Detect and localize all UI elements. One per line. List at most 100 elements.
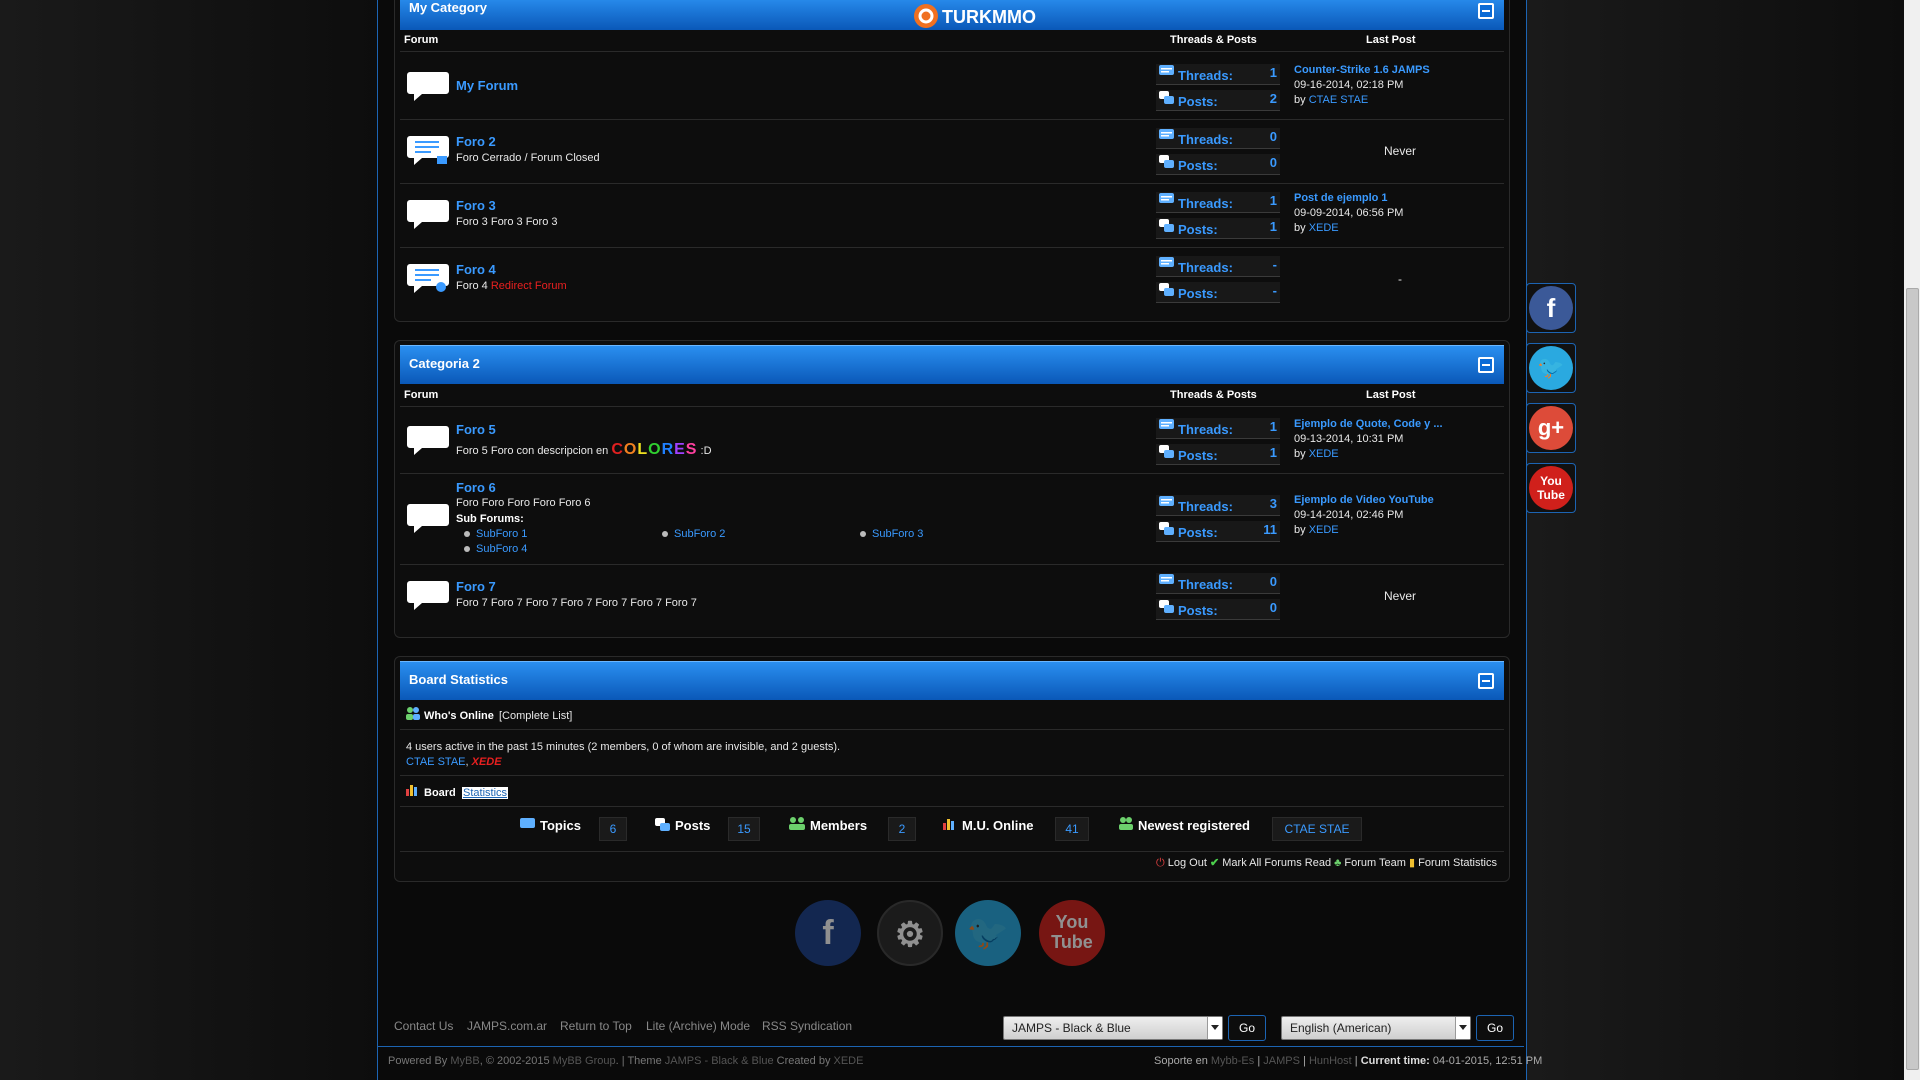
svg-text:TURKMMO: TURKMMO <box>942 7 1036 27</box>
scrollbar-thumb[interactable] <box>1906 288 1919 1070</box>
scrollbar[interactable] <box>1904 0 1920 1080</box>
footer-link-lite[interactable]: Lite (Archive) Mode <box>646 1019 750 1033</box>
threads-icon <box>1159 193 1174 203</box>
online-user[interactable]: CTAE STAE <box>406 756 466 768</box>
facebook-side-button[interactable]: f <box>1526 283 1576 333</box>
google-plus-icon: g+ <box>1529 406 1573 450</box>
complete-list-link[interactable]: [Complete List] <box>499 710 572 722</box>
last-post-title[interactable]: Post de ejemplo 1 <box>1294 191 1484 206</box>
footer-link-jamps[interactable]: JAMPS.com.ar <box>467 1019 547 1033</box>
mybb-link[interactable]: MyBB <box>450 1055 479 1067</box>
twitter-icon[interactable]: 🐦 <box>955 900 1021 966</box>
active-users-text: 4 users active in the past 15 minutes (2… <box>406 741 841 753</box>
footer-link-contact[interactable]: Contact Us <box>394 1019 453 1033</box>
by-label: by <box>1294 524 1309 536</box>
logout-link[interactable]: Log Out <box>1168 857 1207 869</box>
left-background <box>0 0 377 1080</box>
powered-prefix: Powered By <box>388 1055 451 1067</box>
newest-member-link[interactable]: CTAE STAE <box>1272 817 1362 841</box>
footer-link-top[interactable]: Return to Top <box>560 1019 632 1033</box>
newest-member-icon <box>1119 817 1133 830</box>
speech-bubble-icon <box>407 504 449 533</box>
last-post-title[interactable]: Ejemplo de Quote, Code y ... <box>1294 417 1484 432</box>
theme-link[interactable]: JAMPS - Black & Blue <box>665 1055 774 1067</box>
last-post-user[interactable]: XEDE <box>1309 222 1339 234</box>
last-post-title[interactable]: Ejemplo de Video YouTube <box>1294 493 1484 508</box>
last-post: Ejemplo de Video YouTube 09-14-2014, 02:… <box>1294 493 1484 538</box>
whos-online-label: Who's Online <box>424 710 494 722</box>
last-post-user[interactable]: XEDE <box>1309 524 1339 536</box>
author-link[interactable]: XEDE <box>834 1055 864 1067</box>
posts-stat: Posts: 0 <box>1156 154 1280 175</box>
theme-go-button[interactable]: Go <box>1228 1015 1266 1041</box>
subforum-link[interactable]: SubForo 3 <box>860 528 923 540</box>
posts-icon <box>1159 91 1174 104</box>
posts-icon <box>1159 283 1174 296</box>
collapse-button[interactable] <box>1478 673 1494 689</box>
forum-team-link[interactable]: Forum Team <box>1344 857 1406 869</box>
forum-name[interactable]: Foro 3 <box>456 198 496 213</box>
hunhost-link[interactable]: HunHost <box>1309 1055 1352 1067</box>
topics-label: Topics <box>540 818 581 833</box>
twitter-side-button[interactable]: 🐦 <box>1526 343 1576 393</box>
footer-divider <box>378 1046 1524 1047</box>
col-last-post: Last Post <box>1366 34 1416 46</box>
threads-count: - <box>1272 257 1277 272</box>
category-title[interactable]: My Category <box>409 0 487 15</box>
statistics-link[interactable]: Statistics <box>462 787 509 799</box>
collapse-button[interactable] <box>1478 357 1494 373</box>
forum-statistics-link[interactable]: Forum Statistics <box>1418 857 1497 869</box>
online-user[interactable]: XEDE <box>472 756 502 768</box>
mybb-es-link[interactable]: Mybb-Es <box>1211 1055 1254 1067</box>
footer-link-rss[interactable]: RSS Syndication <box>762 1019 852 1033</box>
theme-select[interactable]: JAMPS - Black & Blue <box>1003 1016 1223 1040</box>
threads-stat: Threads: 0 <box>1156 573 1280 594</box>
stats-header: Board Statistics <box>400 661 1504 700</box>
youtube-side-button[interactable]: You Tube <box>1526 463 1576 513</box>
posts-stat: Posts: 11 <box>1156 521 1280 542</box>
threads-count: 1 <box>1269 419 1277 434</box>
forum-name[interactable]: Foro 4 <box>456 262 496 277</box>
category-header: My Category TURKMMO <box>400 0 1504 30</box>
youtube-icon[interactable]: You Tube <box>1039 900 1105 966</box>
posts-stat: Posts: - <box>1156 282 1280 303</box>
forum-name[interactable]: Foro 5 <box>456 422 496 437</box>
last-post-date: 09-13-2014, 10:31 PM <box>1294 433 1404 445</box>
category-panel: My Category TURKMMO Forum Threads & Post… <box>394 0 1510 322</box>
forum-name[interactable]: Foro 6 <box>456 480 496 495</box>
members-icon <box>789 817 805 830</box>
posts-stat: Posts: 1 <box>1156 444 1280 465</box>
locked-forum-icon <box>407 136 449 165</box>
steam-icon[interactable]: ⚙ <box>877 900 943 966</box>
google-plus-side-button[interactable]: g+ <box>1526 403 1576 453</box>
mu-online-label: M.U. Online <box>962 818 1034 833</box>
forum-name[interactable]: Foro 2 <box>456 134 496 149</box>
mybb-group-link[interactable]: MyBB Group <box>553 1055 616 1067</box>
subforum-link[interactable]: SubForo 2 <box>662 528 725 540</box>
last-post-title[interactable]: Counter-Strike 1.6 JAMPS <box>1294 63 1484 78</box>
forum-name[interactable]: Foro 7 <box>456 579 496 594</box>
separator: | <box>1254 1055 1264 1067</box>
col-forum: Forum <box>404 389 439 401</box>
category-header: Categoria 2 <box>400 345 1504 384</box>
forum-description: Foro 3 Foro 3 Foro 3 <box>456 216 558 228</box>
last-post-user[interactable]: CTAE STAE <box>1309 94 1369 106</box>
collapse-button[interactable] <box>1478 3 1494 19</box>
mark-read-link[interactable]: Mark All Forums Read <box>1222 857 1331 869</box>
col-threads-posts: Threads & Posts <box>1170 389 1257 401</box>
language-go-button[interactable]: Go <box>1476 1015 1514 1041</box>
forum-name[interactable]: My Forum <box>456 78 518 93</box>
members-count: 2 <box>888 817 916 841</box>
last-post-date: 09-14-2014, 02:46 PM <box>1294 509 1404 521</box>
subforum-link[interactable]: SubForo 4 <box>464 543 527 555</box>
posts-icon <box>1159 155 1174 168</box>
last-post-user[interactable]: XEDE <box>1309 448 1339 460</box>
subforum-link[interactable]: SubForo 1 <box>464 528 527 540</box>
jamps-link[interactable]: JAMPS <box>1263 1055 1300 1067</box>
facebook-icon[interactable]: f <box>795 900 861 966</box>
users-icon <box>406 707 420 720</box>
category-title[interactable]: Categoria 2 <box>409 356 480 371</box>
col-forum: Forum <box>404 34 439 46</box>
language-select[interactable]: English (American) <box>1281 1016 1471 1040</box>
facebook-icon: f <box>1529 286 1573 330</box>
